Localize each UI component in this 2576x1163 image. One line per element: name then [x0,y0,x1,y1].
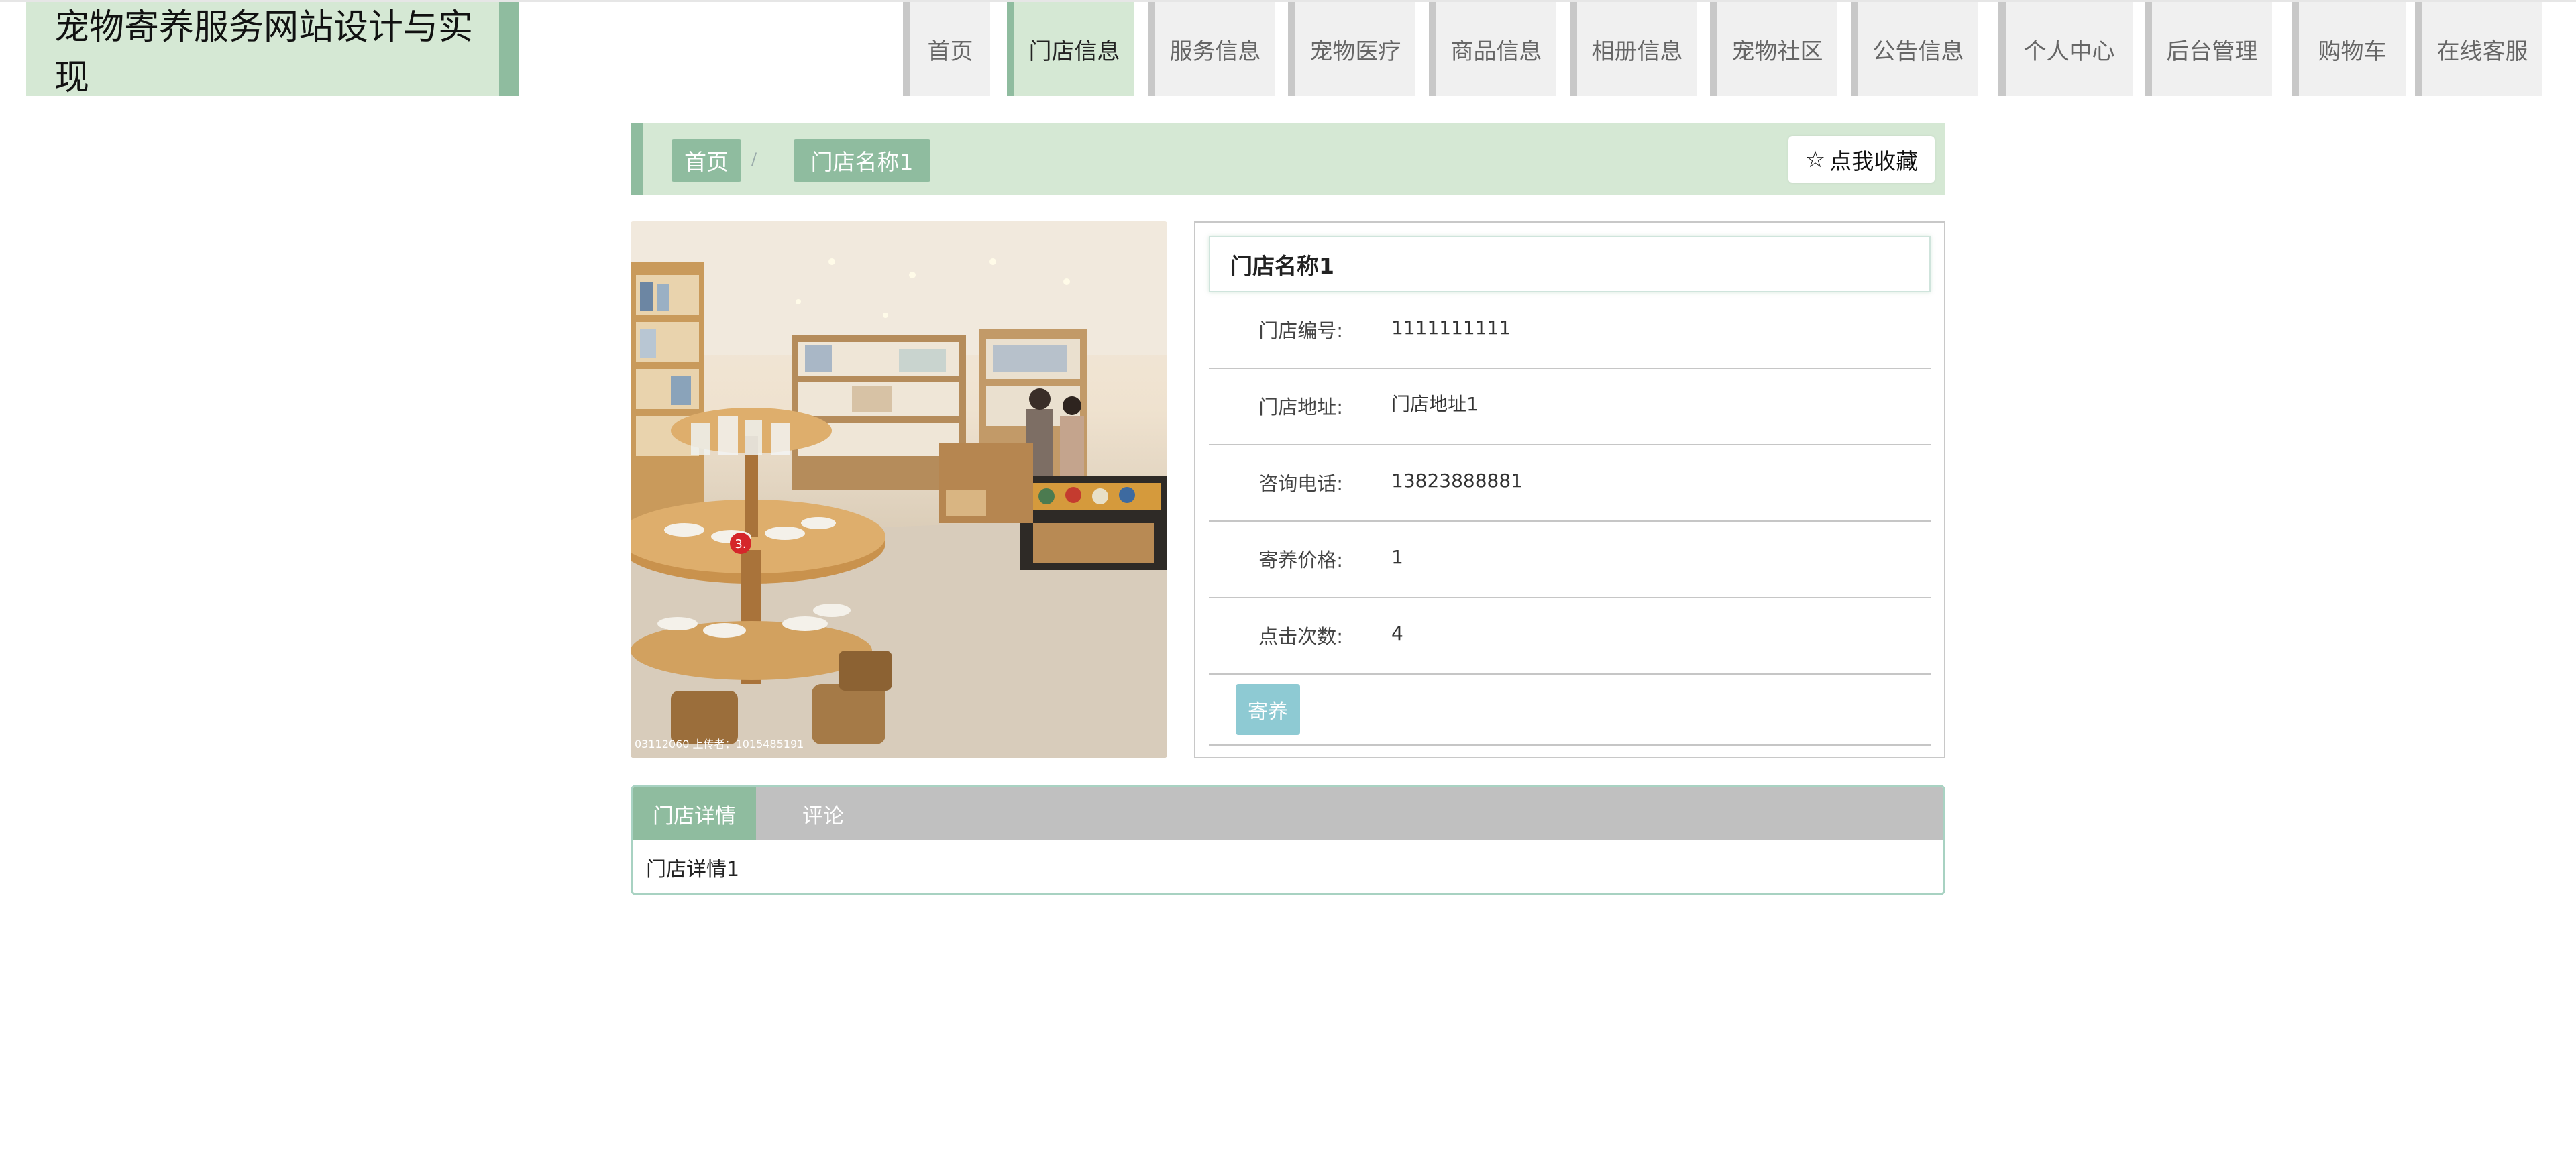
board-button[interactable]: 寄养 [1236,684,1300,735]
tab-content: 门店详情1 [646,858,740,881]
favorite-label: 点我收藏 [1829,148,1919,174]
field-label: 点击次数: [1258,625,1343,648]
field-store-address: 门店地址: 门店地址1 [1209,369,1931,445]
breadcrumb-home[interactable]: 首页 [672,139,741,182]
image-watermark: 03112060 上传者：1015485191 [635,738,804,751]
field-value: 门店地址1 [1391,393,1479,415]
nav-item-albums[interactable]: 相册信息 [1570,2,1697,96]
nav-item-online-service[interactable]: 在线客服 [2415,2,2542,96]
nav-item-store-info[interactable]: 门店信息 [1007,2,1134,96]
store-detail-panel: 门店名称1 门店编号: 1111111111 门店地址: 门店地址1 咨询电话:… [1194,221,1945,758]
tab-store-details[interactable]: 门店详情 [633,787,756,840]
action-row: 寄养 [1209,676,1931,746]
nav-item-products[interactable]: 商品信息 [1429,2,1556,96]
nav-item-user-center[interactable]: 个人中心 [1998,2,2133,96]
image-badge-text: 3. [735,537,746,551]
tab-comments[interactable]: 评论 [756,787,890,840]
site-title: 宠物寄养服务网站设计与实现 [26,2,519,98]
field-label: 门店编号: [1258,319,1343,342]
nav-item-pet-community[interactable]: 宠物社区 [1710,2,1837,96]
store-photo: 3. 03112060 上传者：1015485191 [631,221,1167,758]
breadcrumb-separator: / [751,150,757,168]
store-name: 门店名称1 [1209,236,1931,292]
field-value: 1 [1391,546,1403,568]
detail-tabs: 门店详情 评论 门店详情1 [631,785,1945,895]
nav-item-cart[interactable]: 购物车 [2292,2,2406,96]
field-phone: 咨询电话: 13823888881 [1209,445,1931,522]
field-label: 门店地址: [1258,396,1343,419]
field-boarding-price: 寄养价格: 1 [1209,522,1931,598]
field-store-id: 门店编号: 1111111111 [1209,292,1931,369]
field-label: 咨询电话: [1258,472,1343,495]
nav-item-admin[interactable]: 后台管理 [2145,2,2272,96]
nav-item-announcements[interactable]: 公告信息 [1851,2,1978,96]
tab-bar: 门店详情 评论 [633,787,1943,840]
nav-item-service-info[interactable]: 服务信息 [1148,2,1275,96]
field-value: 1111111111 [1391,317,1511,339]
field-value: 13823888881 [1391,469,1523,492]
nav-item-home[interactable]: 首页 [903,2,990,96]
breadcrumb-current[interactable]: 门店名称1 [794,139,930,182]
breadcrumb: 首页 / 门店名称1 ☆ 点我收藏 [631,123,1945,195]
favorite-button[interactable]: ☆ 点我收藏 [1788,136,1935,183]
field-click-count: 点击次数: 4 [1209,598,1931,675]
field-label: 寄养价格: [1258,549,1343,571]
field-value: 4 [1391,622,1403,645]
star-icon: ☆ [1805,146,1826,173]
nav-item-pet-medical[interactable]: 宠物医疗 [1288,2,1415,96]
